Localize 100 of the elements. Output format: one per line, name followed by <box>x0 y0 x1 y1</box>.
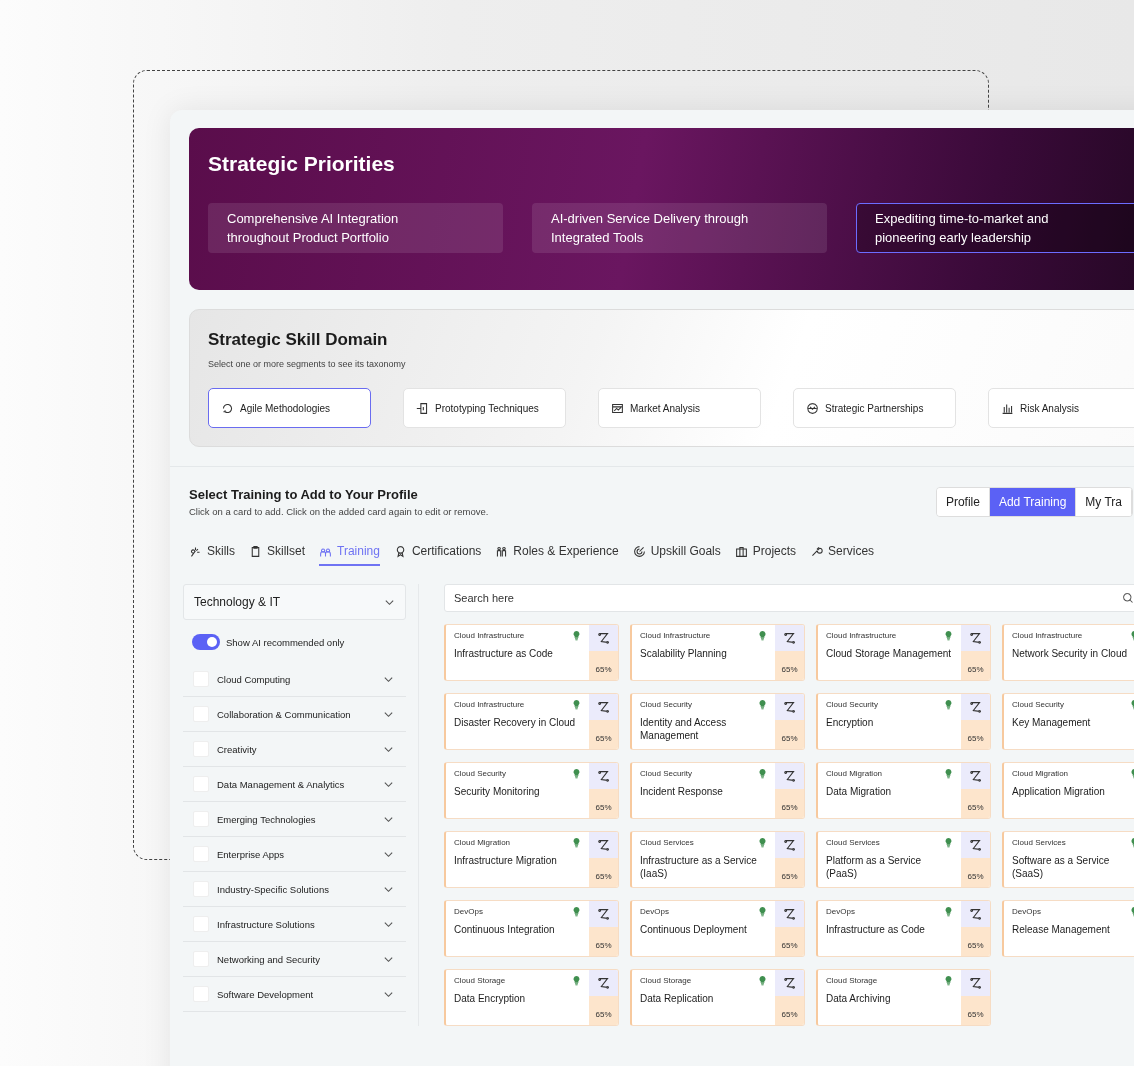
search-icon <box>1122 592 1134 604</box>
card-title: Security Monitoring <box>454 785 541 798</box>
category-label[interactable]: Software Development <box>217 988 383 1000</box>
match-percent: 65% <box>775 720 804 749</box>
card-title: Infrastructure as a Service (IaaS) <box>640 854 758 880</box>
lightbulb-icon <box>758 975 767 986</box>
toggle-switch[interactable] <box>192 634 220 650</box>
tab[interactable]: Skills <box>189 544 235 566</box>
training-card[interactable]: Cloud Services Platform as a Service (PaaS) 65% <box>816 831 991 888</box>
match-percent: 65% <box>961 996 990 1025</box>
training-card[interactable]: Cloud Services Software as a Service (SaaS) <box>1002 831 1134 888</box>
training-card[interactable]: Cloud Migration Infrastructure Migration 65% <box>444 831 619 888</box>
training-card[interactable]: DevOps Continuous Deployment 65% <box>630 900 805 957</box>
segment-chip[interactable]: Strategic Partnerships <box>793 388 956 428</box>
category-label[interactable]: Networking and Security <box>217 953 383 965</box>
training-card[interactable]: Cloud Security Identity and Access Management 65% <box>630 693 805 750</box>
card-category: DevOps <box>454 907 483 916</box>
training-card[interactable]: Cloud Storage Data Replication 65% <box>630 969 805 1026</box>
segment-chip[interactable]: Agile Methodologies <box>208 388 371 428</box>
chart-icon <box>611 401 624 415</box>
tab[interactable]: Upskill Goals <box>632 544 721 566</box>
card-category: Cloud Services <box>1012 838 1066 847</box>
match-percent: 65% <box>775 996 804 1025</box>
card-category: DevOps <box>1012 907 1041 916</box>
search-field[interactable]: Search here <box>444 584 1134 612</box>
segment-chip[interactable]: Risk Analysis <box>988 388 1134 428</box>
view-switch-button[interactable]: My Tra <box>1076 488 1132 516</box>
lightbulb-icon <box>572 837 581 848</box>
lightbulb-icon <box>758 630 767 641</box>
category-label[interactable]: Creativity <box>217 743 383 755</box>
lightbulb-icon <box>944 630 953 641</box>
card-category: Cloud Storage <box>454 976 506 985</box>
match-percent: 65% <box>961 789 990 818</box>
training-card[interactable]: DevOps Release Management <box>1002 900 1134 957</box>
training-card[interactable]: Cloud Migration Data Migration 65% <box>816 762 991 819</box>
card-category: Cloud Migration <box>1012 769 1069 778</box>
domain-subtitle: Select one or more segments to see its taxonomy <box>208 359 407 369</box>
prototype-icon <box>416 401 429 415</box>
section-subtitle: Click on a card to add. Click on the added card again to edit or remove. <box>189 506 489 517</box>
view-switch-button[interactable]: Profile <box>936 488 990 516</box>
tab[interactable]: Skillset <box>249 544 306 566</box>
match-percent: 65% <box>589 720 618 749</box>
lightbulb-icon <box>572 699 581 710</box>
tab[interactable]: Certifications <box>393 544 482 566</box>
tab[interactable]: Projects <box>734 544 797 566</box>
segment-chip[interactable]: Prototyping Techniques <box>403 388 566 428</box>
category-label[interactable]: Data Management & Analytics <box>217 778 383 790</box>
training-card[interactable]: Cloud Infrastructure Network Security in Cloud <box>1002 624 1134 681</box>
training-card[interactable]: DevOps Infrastructure as Code 65% <box>816 900 991 957</box>
priority-card[interactable]: Expediting time-to-market and pioneering early leadership <box>856 203 1134 253</box>
target-icon <box>632 544 646 558</box>
training-card[interactable]: Cloud Security Security Monitoring 65% <box>444 762 619 819</box>
priority-card[interactable]: Comprehensive AI Integration throughout Product Portfolio <box>208 203 503 253</box>
tab[interactable]: Roles & Experience <box>495 544 619 566</box>
training-card[interactable]: Cloud Security Encryption 65% <box>816 693 991 750</box>
training-card[interactable]: Cloud Services Infrastructure as a Service (IaaS) 65% <box>630 831 805 888</box>
card-category: Cloud Security <box>454 769 507 778</box>
segment-chip[interactable]: Market Analysis <box>598 388 761 428</box>
toggle-label: Show AI recommended only <box>226 636 345 648</box>
match-percent: 65% <box>589 927 618 956</box>
card-title: Data Archiving <box>826 992 892 1005</box>
training-card[interactable]: DevOps Continuous Integration 65% <box>444 900 619 957</box>
card-title: Encryption <box>826 716 875 729</box>
training-card[interactable]: Cloud Storage Data Archiving 65% <box>816 969 991 1026</box>
lightbulb-icon <box>944 906 953 917</box>
card-title: Cloud Storage Management <box>826 647 953 660</box>
card-category: Cloud Storage <box>826 976 878 985</box>
category-label[interactable]: Infrastructure Solutions <box>217 918 383 930</box>
card-title: Continuous Deployment <box>640 923 748 936</box>
banner-title: Strategic Priorities <box>208 152 396 176</box>
category-label[interactable]: Enterprise Apps <box>217 848 383 860</box>
card-title: Data Replication <box>640 992 715 1005</box>
tab[interactable]: Training <box>319 544 380 566</box>
match-percent: 65% <box>589 858 618 887</box>
training-card[interactable]: Cloud Infrastructure Scalability Planning 65% <box>630 624 805 681</box>
training-card[interactable]: Cloud Infrastructure Cloud Storage Management 65% <box>816 624 991 681</box>
category-label[interactable]: Emerging Technologies <box>217 813 383 825</box>
view-switch-button[interactable]: Add Training <box>989 488 1077 516</box>
category-label[interactable]: Industry-Specific Solutions <box>217 883 383 895</box>
card-title: Incident Response <box>640 785 724 798</box>
category-dropdown[interactable]: Technology & IT <box>183 584 406 620</box>
training-card[interactable]: Cloud Storage Data Encryption 65% <box>444 969 619 1026</box>
category-label[interactable]: Cloud Computing <box>217 673 383 685</box>
tab[interactable]: Services <box>810 544 875 566</box>
figures-icon <box>495 544 509 558</box>
training-card[interactable]: Cloud Security Key Management <box>1002 693 1134 750</box>
category-label[interactable]: Collaboration & Communication <box>217 708 383 720</box>
card-category: Cloud Infrastructure <box>640 631 711 640</box>
card-category: Cloud Infrastructure <box>826 631 897 640</box>
training-card[interactable]: Cloud Infrastructure Disaster Recovery in Cloud 65% <box>444 693 619 750</box>
match-percent: 65% <box>775 858 804 887</box>
match-percent: 65% <box>775 789 804 818</box>
match-percent: 65% <box>775 651 804 680</box>
card-title: Data Encryption <box>454 992 527 1005</box>
training-card[interactable]: Cloud Security Incident Response 65% <box>630 762 805 819</box>
training-card[interactable]: Cloud Migration Application Migration <box>1002 762 1134 819</box>
match-percent: 65% <box>589 651 618 680</box>
training-card[interactable]: Cloud Infrastructure Infrastructure as Code 65% <box>444 624 619 681</box>
section-title: Select Training to Add to Your Profile <box>189 487 419 502</box>
priority-card[interactable]: AI-driven Service Delivery through Integrated Tools <box>532 203 827 253</box>
